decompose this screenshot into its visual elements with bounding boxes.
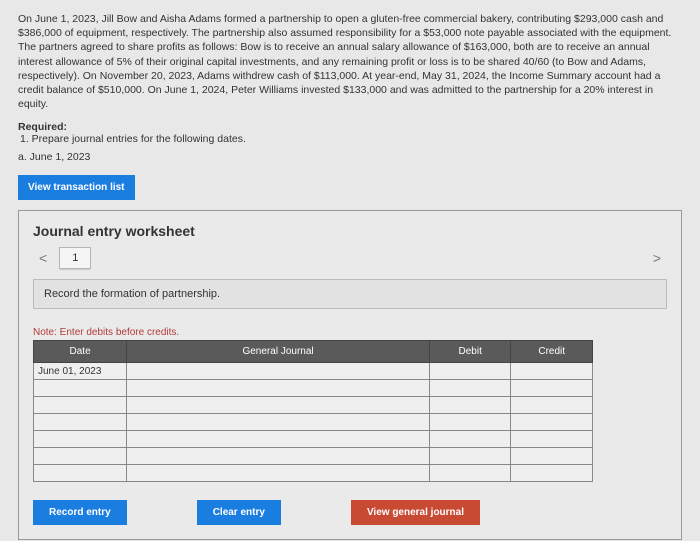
table-row <box>34 465 593 482</box>
view-general-journal-button[interactable]: View general journal <box>351 500 480 525</box>
journal-entry-table: Date General Journal Debit Credit June 0… <box>33 340 593 482</box>
col-general-journal: General Journal <box>127 341 430 363</box>
table-row <box>34 431 593 448</box>
note-text: Note: Enter debits before credits. <box>33 327 667 338</box>
prev-arrow[interactable]: < <box>33 250 53 266</box>
table-row <box>34 448 593 465</box>
col-credit: Credit <box>511 341 593 363</box>
table-row: June 01, 2023 <box>34 363 593 380</box>
col-date: Date <box>34 341 127 363</box>
required-label: Required: <box>18 121 682 133</box>
journal-entry-worksheet: Journal entry worksheet < 1 > Record the… <box>18 210 682 540</box>
view-transaction-list-button[interactable]: View transaction list <box>18 175 135 200</box>
table-row <box>34 397 593 414</box>
next-arrow[interactable]: > <box>647 250 667 266</box>
date-cell[interactable]: June 01, 2023 <box>34 363 127 380</box>
required-item-1: 1. Prepare journal entries for the follo… <box>20 133 682 145</box>
problem-text: On June 1, 2023, Jill Bow and Aisha Adam… <box>18 12 682 111</box>
table-row <box>34 380 593 397</box>
clear-entry-button[interactable]: Clear entry <box>197 500 281 525</box>
credit-cell[interactable] <box>511 363 593 380</box>
entry-instruction: Record the formation of partnership. <box>33 279 667 309</box>
table-row <box>34 414 593 431</box>
tab-1[interactable]: 1 <box>59 247 91 269</box>
required-sub-a: a. June 1, 2023 <box>18 151 682 163</box>
worksheet-title: Journal entry worksheet <box>33 223 667 239</box>
gj-cell[interactable] <box>127 363 430 380</box>
record-entry-button[interactable]: Record entry <box>33 500 127 525</box>
col-debit: Debit <box>429 341 511 363</box>
debit-cell[interactable] <box>429 363 511 380</box>
